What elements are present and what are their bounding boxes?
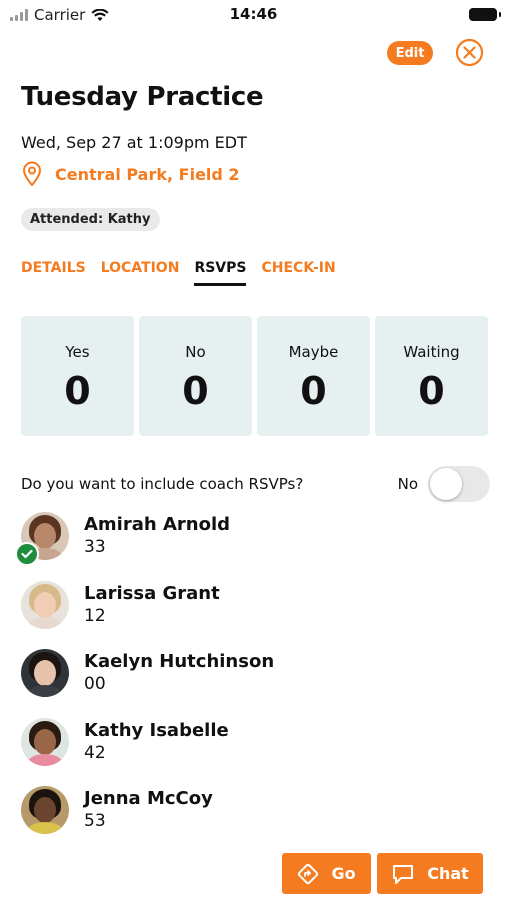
stat-value: 0	[300, 369, 327, 413]
player-number: 12	[84, 605, 106, 626]
chat-label: Chat	[427, 864, 469, 883]
stat-yes: Yes 0	[21, 316, 134, 436]
list-item[interactable]: Kathy Isabelle 42	[21, 717, 274, 787]
directions-icon	[298, 863, 319, 884]
avatar	[21, 786, 69, 834]
player-number: 00	[84, 674, 106, 694]
tab-check-in[interactable]: CHECK-IN	[261, 260, 335, 286]
coach-rsvp-row: Do you want to include coach RSVPs? No	[21, 466, 490, 502]
go-button[interactable]: Go	[282, 853, 371, 894]
location-label: Central Park, Field 2	[55, 164, 240, 184]
chat-icon	[393, 864, 414, 884]
list-item[interactable]: Amirah Arnold 33	[15, 512, 274, 581]
battery-icon	[469, 8, 501, 21]
avatar	[21, 580, 69, 629]
stat-label: Maybe	[288, 343, 339, 361]
player-name: Amirah Arnold	[84, 514, 231, 535]
stat-value: 0	[182, 369, 209, 413]
map-pin-icon	[22, 161, 42, 187]
chat-button[interactable]: Chat	[377, 853, 483, 894]
coach-rsvp-question: Do you want to include coach RSVPs?	[21, 475, 304, 493]
event-datetime: Wed, Sep 27 at 1:09pm EDT	[21, 133, 247, 152]
stat-label: Waiting	[403, 343, 460, 361]
tab-rsvps[interactable]: RSVPS	[194, 260, 247, 286]
player-number: 33	[84, 537, 106, 557]
rsvp-summary: Yes 0 No 0 Maybe 0 Waiting 0	[21, 316, 488, 436]
event-location[interactable]: Central Park, Field 2	[21, 161, 240, 187]
tab-location[interactable]: LOCATION	[101, 260, 180, 286]
player-name: Jenna McCoy	[84, 788, 213, 809]
close-icon[interactable]	[455, 38, 484, 67]
toggle-knob	[430, 468, 462, 500]
player-list: Amirah Arnold 33 Larissa Grant 12 Kaelyn…	[15, 512, 274, 855]
avatar	[21, 717, 69, 766]
player-name: Kathy Isabelle	[84, 719, 229, 741]
player-name: Larissa Grant	[84, 582, 220, 604]
clock: 14:46	[229, 5, 278, 23]
stat-maybe: Maybe 0	[257, 316, 370, 436]
tab-details[interactable]: DETAILS	[21, 260, 86, 286]
stat-label: No	[185, 343, 206, 361]
stat-value: 0	[418, 369, 445, 413]
go-label: Go	[331, 864, 356, 883]
event-title: Tuesday Practice	[21, 82, 264, 112]
list-item[interactable]: Jenna McCoy 53	[21, 786, 274, 855]
player-number: 53	[84, 811, 106, 831]
attended-badge: Attended: Kathy	[21, 208, 160, 231]
player-name: Kaelyn Hutchinson	[84, 651, 275, 672]
event-tabs: DETAILS LOCATION RSVPS CHECK-IN	[21, 260, 336, 286]
stat-waiting: Waiting 0	[375, 316, 488, 436]
list-item[interactable]: Kaelyn Hutchinson 00	[21, 649, 274, 718]
stat-label: Yes	[65, 343, 90, 361]
player-number: 42	[84, 742, 106, 763]
coach-rsvp-toggle[interactable]	[428, 466, 490, 502]
list-item[interactable]: Larissa Grant 12	[21, 580, 274, 650]
avatar	[21, 649, 69, 697]
stat-no: No 0	[139, 316, 252, 436]
stat-value: 0	[64, 369, 91, 413]
checked-in-icon	[15, 542, 39, 566]
edit-button[interactable]: Edit	[387, 41, 433, 65]
coach-rsvp-state-label: No	[397, 475, 418, 493]
status-bar: Carrier 14:46	[0, 0, 507, 30]
